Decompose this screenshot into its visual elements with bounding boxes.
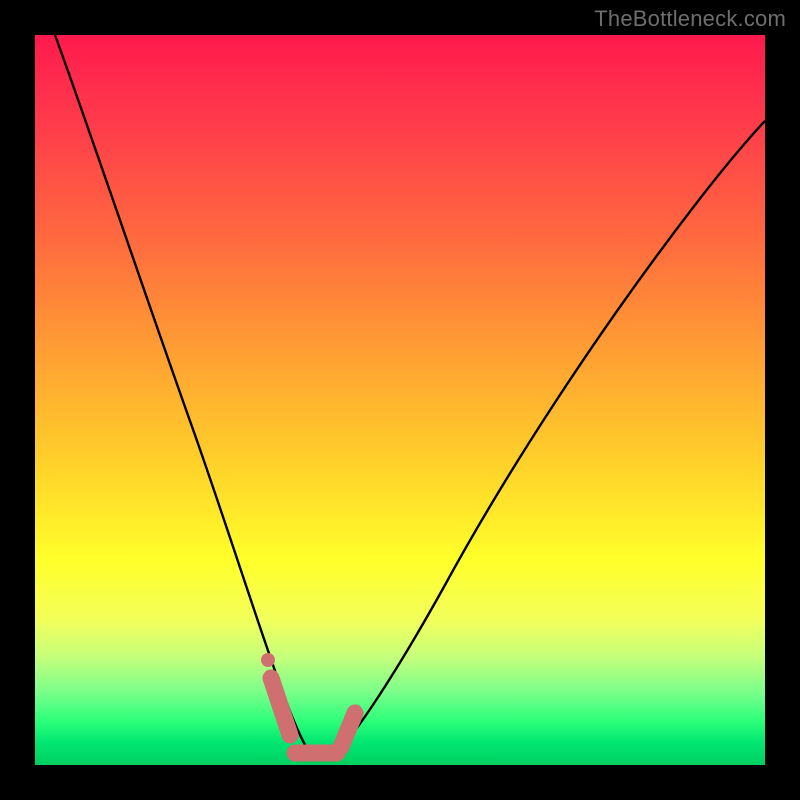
marker-dot [261, 653, 275, 667]
chart-frame: TheBottleneck.com [0, 0, 800, 800]
marker-band [271, 678, 355, 753]
watermark-text: TheBottleneck.com [594, 6, 786, 32]
bottleneck-curve [55, 35, 765, 757]
chart-svg [35, 35, 765, 765]
chart-plot-area [35, 35, 765, 765]
